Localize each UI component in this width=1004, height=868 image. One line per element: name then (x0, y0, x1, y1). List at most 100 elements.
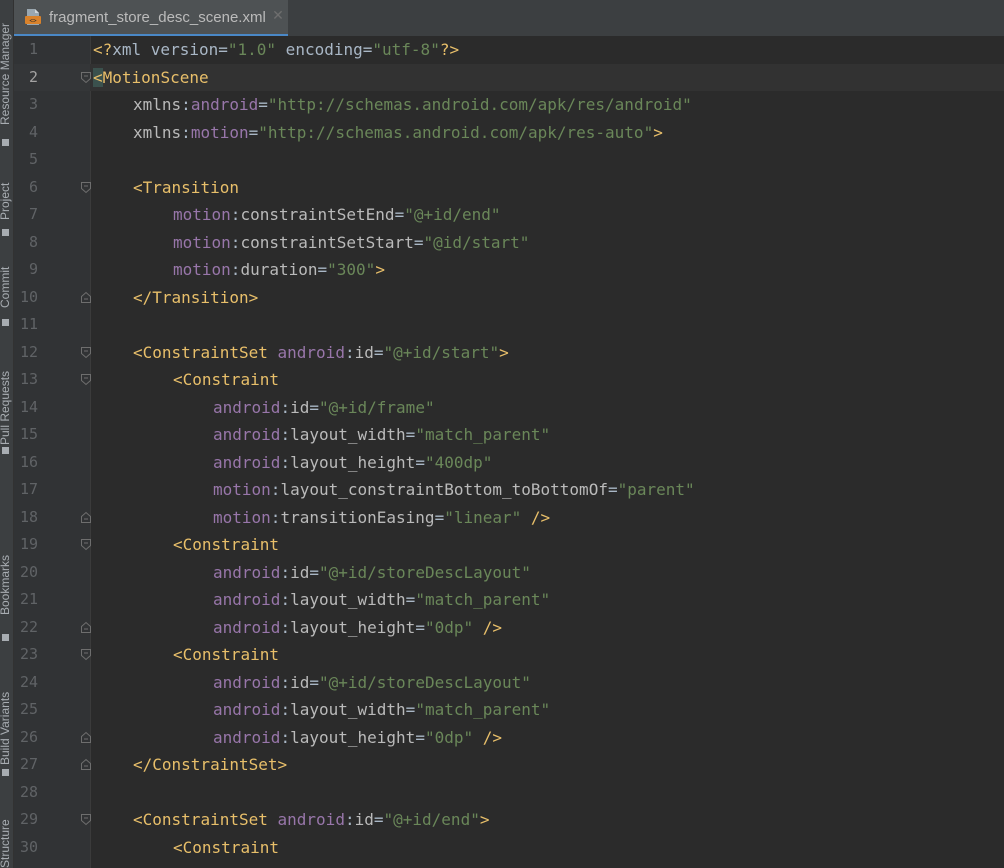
code-line[interactable]: 8 motion:constraintSetStart="@id/start" (14, 229, 1004, 257)
code-line[interactable]: 5 (14, 146, 1004, 174)
code-token: android (213, 617, 281, 637)
fold-end-icon[interactable] (80, 291, 92, 304)
code-line[interactable]: 15 android:layout_width="match_parent" (14, 421, 1004, 449)
code-token: < (133, 342, 143, 362)
code-line[interactable]: 12 <ConstraintSet android:id="@+id/start"… (14, 339, 1004, 367)
code-line[interactable]: 9 motion:duration="300"> (14, 256, 1004, 284)
code-token: : (280, 425, 291, 444)
code-token: constraintSetEnd (240, 205, 395, 224)
fold-end-icon[interactable] (80, 621, 92, 634)
fold-collapse-icon[interactable] (80, 813, 92, 826)
code-line[interactable]: 19 <Constraint (14, 531, 1004, 559)
line-number: 17 (19, 480, 38, 498)
code-line[interactable]: 26 android:layout_height="0dp" /> (14, 724, 1004, 752)
code-token: = (317, 260, 328, 279)
fold-end-icon[interactable] (80, 731, 92, 744)
code-token: "match_parent" (415, 700, 551, 719)
code-text: android:id="@+id/frame" (93, 394, 435, 422)
line-number: 27 (19, 755, 38, 773)
code-token: < (93, 67, 103, 87)
code-line[interactable]: 3 xmlns:android="http://schemas.android.c… (14, 91, 1004, 119)
code-line[interactable]: 20 android:id="@+id/storeDescLayout" (14, 559, 1004, 587)
code-line[interactable]: 6 <Transition (14, 174, 1004, 202)
code-token: /> (482, 727, 503, 747)
code-line[interactable]: 18 motion:transitionEasing="linear" /> (14, 504, 1004, 532)
editor-tab[interactable]: <> fragment_store_desc_scene.xml ✕ (14, 0, 288, 36)
code-line[interactable]: 1 <?xml version="1.0" encoding="utf-8"?> (14, 36, 1004, 64)
code-token: android (213, 562, 281, 582)
code-text: <Constraint (93, 641, 279, 669)
code-token: /> (482, 617, 503, 637)
code-text: android:layout_width="match_parent" (93, 696, 550, 724)
code-line[interactable]: 25 android:layout_width="match_parent" (14, 696, 1004, 724)
fold-end-icon[interactable] (80, 511, 92, 524)
code-token: > (375, 260, 385, 279)
code-token: Constraint (182, 837, 279, 857)
build-variants-icon (2, 769, 9, 776)
code-line[interactable]: 29 <ConstraintSet android:id="@+id/end"> (14, 806, 1004, 834)
code-token: : (230, 260, 241, 279)
fold-collapse-icon[interactable] (80, 538, 92, 551)
fold-end-icon[interactable] (80, 758, 92, 771)
code-line[interactable]: 13 <Constraint (14, 366, 1004, 394)
code-token: "@+id/start" (383, 342, 500, 362)
code-token: ?> (439, 40, 460, 59)
code-editor[interactable]: 1 <?xml version="1.0" encoding="utf-8"?> 2… (14, 36, 1004, 868)
code-token: = (309, 562, 319, 582)
code-line[interactable]: 7 motion:constraintSetEnd="@+id/end" (14, 201, 1004, 229)
code-line[interactable]: 4 xmlns:motion="http://schemas.android.co… (14, 119, 1004, 147)
code-token: < (173, 370, 183, 389)
fold-collapse-icon[interactable] (80, 346, 92, 359)
fold-collapse-icon[interactable] (80, 648, 92, 661)
code-line[interactable]: 28 (14, 779, 1004, 807)
code-text: motion:transitionEasing="linear" /> (93, 504, 550, 532)
fold-collapse-icon[interactable] (80, 373, 92, 386)
line-number: 4 (28, 122, 38, 141)
line-number: 9 (28, 260, 38, 278)
code-token: /> (530, 507, 551, 527)
code-token: duration (240, 260, 318, 279)
code-token: : (181, 122, 191, 142)
code-text: </Transition> (93, 284, 258, 312)
code-token: "linear" (444, 507, 522, 527)
code-token: "0dp" (424, 617, 474, 637)
code-token: = (218, 40, 228, 59)
code-line[interactable]: 11 (14, 311, 1004, 339)
code-text: <ConstraintSet android:id="@+id/end"> (93, 806, 489, 834)
code-line[interactable]: 16 android:layout_height="400dp" (14, 449, 1004, 477)
line-number: 23 (19, 645, 38, 663)
code-token: = (373, 342, 384, 362)
code-token: > (277, 755, 288, 774)
code-token: "@id/start" (423, 232, 530, 252)
code-line[interactable]: 2 <MotionScene (14, 63, 1004, 91)
code-token: android (213, 425, 281, 444)
code-token: "0dp" (424, 727, 474, 747)
code-line[interactable]: 22 android:layout_height="0dp" /> (14, 614, 1004, 642)
code-token: layout_constraintBottom_toBottomOf (280, 480, 608, 499)
code-line[interactable]: 23 <Constraint (14, 641, 1004, 669)
code-line[interactable]: 27 </ConstraintSet> (14, 751, 1004, 779)
line-number: 6 (28, 177, 38, 196)
tab-close-icon[interactable]: ✕ (268, 8, 288, 24)
code-token: = (434, 507, 445, 527)
code-text: motion:constraintSetEnd="@+id/end" (93, 201, 501, 229)
line-number: 2 (28, 67, 38, 86)
code-token: > (499, 342, 509, 362)
code-line[interactable]: 10 </Transition> (14, 284, 1004, 312)
code-line[interactable]: 24 android:id="@+id/storeDescLayout" (14, 669, 1004, 697)
code-token: motion (173, 260, 231, 279)
code-line[interactable]: 14 android:id="@+id/frame" (14, 394, 1004, 422)
code-text: xmlns:android="http://schemas.android.co… (93, 91, 692, 119)
code-line[interactable]: 21 android:layout_width="match_parent" (14, 586, 1004, 614)
line-number: 25 (19, 700, 38, 718)
code-line[interactable]: 17 motion:layout_constraintBottom_toBotto… (14, 476, 1004, 504)
fold-collapse-icon[interactable] (80, 181, 92, 194)
code-token: xmlns (133, 95, 182, 114)
code-line[interactable]: 30 <Constraint (14, 834, 1004, 862)
code-token: = (394, 205, 405, 224)
code-token: "match_parent" (415, 590, 551, 609)
fold-collapse-icon[interactable] (80, 71, 92, 84)
